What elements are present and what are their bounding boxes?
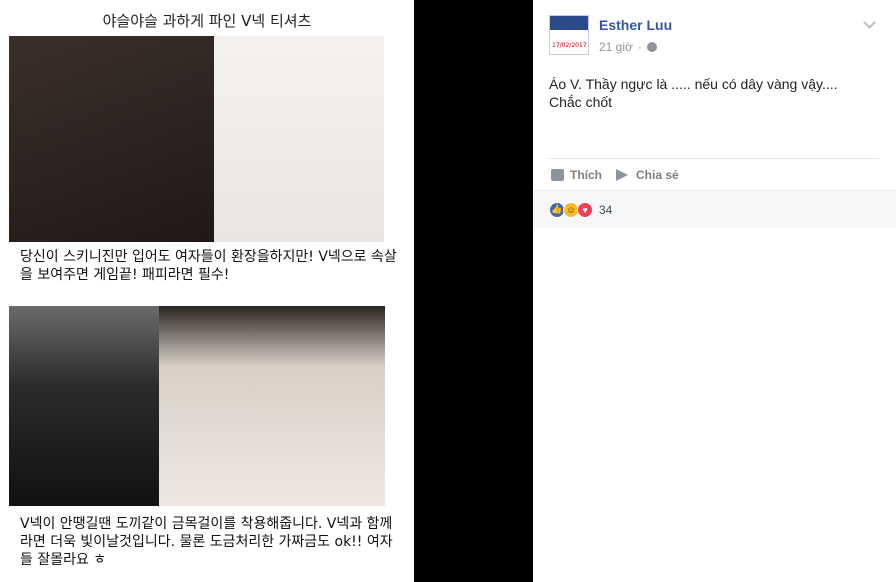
photo-vneck-model — [214, 36, 384, 242]
avatar-date-text: 17/02/2017 — [552, 42, 587, 49]
like-button[interactable]: Thích — [551, 168, 602, 182]
avatar[interactable]: 17/02/2017 — [549, 15, 589, 55]
photo-gold-chain-closeup — [159, 306, 385, 506]
thumbs-up-icon — [551, 168, 564, 181]
share-button[interactable]: Chia sẻ — [616, 168, 679, 182]
post-text: Áo V. Thầy ngực là ..... nếu có dây vàng… — [549, 76, 838, 110]
love-reaction-icon: ♥ — [577, 201, 593, 218]
chevron-down-icon[interactable] — [863, 16, 876, 29]
photo-caption-bottom: V넥이 안땡길땐 도끼같이 금목걸이를 착용해줍니다. V넥과 함께라면 더욱 … — [20, 516, 393, 568]
photo-title: 야슬야슬 과하게 파인 V넥 티셔츠 — [102, 12, 312, 30]
photo-vneck-closeup — [9, 36, 214, 242]
post-photo[interactable]: 야슬야슬 과하게 파인 V넥 티셔츠 당신이 스키니진만 입어도 여자들이 환장… — [0, 0, 414, 582]
share-label: Chia sẻ — [636, 167, 679, 182]
post-actions: Thích Chia sẻ — [549, 158, 879, 190]
avatar-banner — [550, 16, 588, 30]
author-name[interactable]: Esther Luu — [599, 17, 672, 33]
post-meta: 21 giờ · — [599, 40, 657, 54]
photo-caption-top: 당신이 스키니진만 입어도 여자들이 환장을하지만! V넥으로 속살을 보여주면… — [20, 249, 397, 283]
post-card: 17/02/2017 Esther Luu 21 giờ · Áo V. Thầ… — [533, 0, 896, 582]
globe-icon[interactable] — [646, 42, 657, 52]
post-header: 17/02/2017 Esther Luu 21 giờ · — [533, 0, 896, 60]
reaction-count[interactable]: 34 — [599, 203, 612, 217]
photo-gold-chain-model — [9, 306, 159, 506]
post-time[interactable]: 21 giờ — [599, 40, 633, 54]
like-label: Thích — [570, 167, 602, 182]
separator-dot: · — [637, 40, 642, 54]
reactions-bar[interactable]: 👍 ☺ ♥ 34 — [533, 190, 896, 228]
share-icon — [616, 168, 630, 181]
screen: 야슬야슬 과하게 파인 V넥 티셔츠 당신이 스키니진만 입어도 여자들이 환장… — [0, 0, 896, 582]
